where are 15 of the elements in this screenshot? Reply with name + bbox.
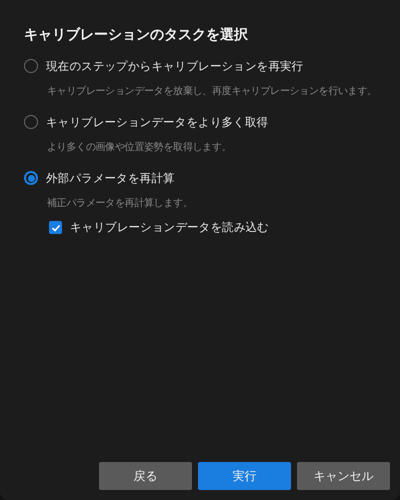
secondary-button[interactable]: キャンセル: [297, 462, 390, 490]
checkbox-label[interactable]: キャリブレーションデータを読み込む: [70, 220, 269, 235]
primary-button[interactable]: 実行: [198, 462, 291, 490]
option-description: より多くの画像や位置姿勢を取得します。: [47, 140, 232, 154]
radio-button[interactable]: [24, 171, 38, 185]
radio-button[interactable]: [24, 115, 38, 129]
option-label[interactable]: 外部パラメータを再計算: [46, 170, 175, 186]
option-label[interactable]: 現在のステップからキャリブレーションを再実行: [46, 58, 304, 74]
option-label[interactable]: キャリブレーションデータをより多く取得: [46, 114, 268, 130]
option-description: 補正パラメータを再計算します。: [47, 196, 193, 210]
dialog-title: キャリブレーションのタスクを選択: [24, 26, 249, 44]
radio-button[interactable]: [24, 59, 38, 73]
checkbox[interactable]: [49, 221, 62, 234]
option-description: キャリブレーションデータを放棄し、再度キャリブレーションを行います。: [47, 84, 377, 98]
secondary-button[interactable]: 戻る: [99, 462, 192, 490]
